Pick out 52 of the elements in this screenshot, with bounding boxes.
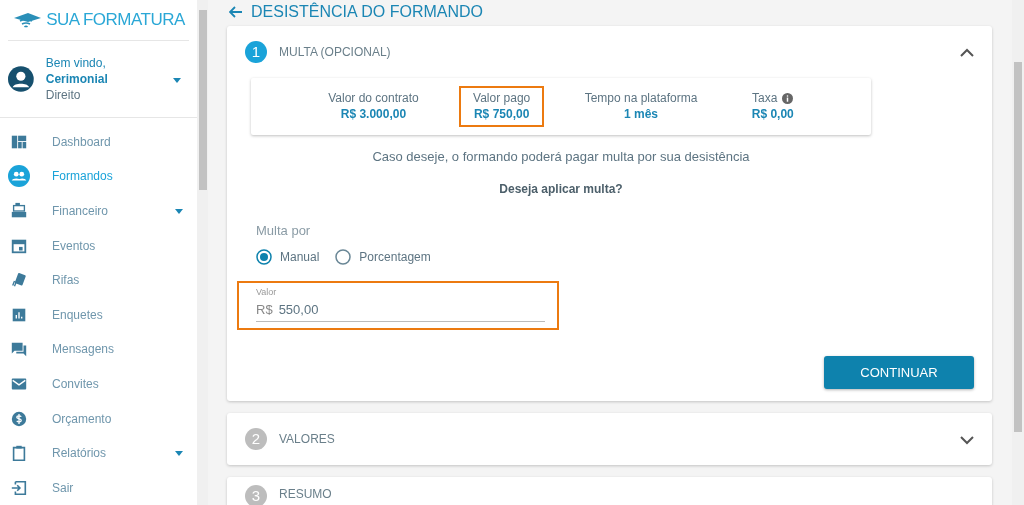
summary-label: Valor do contrato [328, 91, 419, 107]
caret-icon [173, 77, 181, 83]
clipboard-icon [10, 444, 28, 463]
question-text: Deseja aplicar multa? [499, 181, 623, 196]
sidebar-item[interactable]: Sair [0, 470, 197, 505]
step-number: 3 [245, 485, 267, 505]
sidebar-item[interactable]: Eventos [0, 228, 197, 263]
summary-label: Valor pago [473, 91, 531, 107]
sidebar-item[interactable]: Orçamento [0, 401, 197, 436]
sidebar-item[interactable]: Formandos [0, 159, 197, 194]
summary-label: Taxa [752, 91, 778, 107]
logo-icon [12, 11, 43, 28]
scrollbar-thumb[interactable] [198, 10, 207, 190]
caption-text: Caso deseje, o formando poderá pagar multa por sua desistência [372, 149, 750, 165]
info-icon[interactable] [782, 93, 794, 105]
cash-register-icon [10, 201, 28, 220]
sidebar-item[interactable]: Enquetes [0, 297, 197, 333]
summary-value: 1 mês [622, 106, 659, 123]
continue-button[interactable]: CONTINUAR [824, 356, 974, 390]
chevron-up-icon[interactable] [960, 48, 974, 58]
back-arrow-icon[interactable] [229, 6, 243, 18]
step-number: 2 [245, 428, 267, 451]
radio-option[interactable]: Manual [256, 248, 320, 267]
sidebar-item[interactable]: Mensagens [0, 332, 197, 367]
summary-value: R$ 3.000,00 [339, 106, 408, 123]
radio-group-label: Multa por [256, 222, 311, 238]
summary-value: R$ 0,00 [751, 106, 794, 123]
summary-value: R$ 750,00 [473, 106, 531, 123]
scrollbar-thumb[interactable] [1014, 62, 1022, 432]
sidebar-item[interactable]: Dashboard [0, 124, 197, 160]
avatar-icon [8, 65, 34, 94]
exit-icon [10, 478, 28, 497]
step-title: MULTA (OPCIONAL) [279, 44, 391, 61]
sidebar-item[interactable]: Financeiro [0, 193, 197, 229]
summary-label: Tempo na plataforma [584, 91, 698, 107]
chevron-down-icon[interactable] [960, 435, 974, 445]
logo-text: SUA FORMATURA [46, 9, 185, 32]
dollar-icon [10, 409, 28, 428]
caret-icon [175, 451, 183, 457]
step-title: VALORES [279, 431, 335, 449]
step-title: RESUMO [279, 486, 332, 504]
step-number: 1 [245, 41, 267, 63]
sidebar-item[interactable]: Rifas [0, 262, 197, 298]
sidebar-item[interactable]: Relatórios [0, 435, 197, 471]
greeting-text: Bem vindo, Cerimonial [45, 54, 109, 88]
page-title: DESISTÊNCIA DO FORMANDO [251, 1, 484, 22]
user-subtitle: Direito [45, 87, 82, 104]
radio-option[interactable]: Porcentagem [335, 248, 431, 267]
valor-field[interactable]: Valor R$ 550,00 [256, 286, 545, 323]
sidebar-item[interactable]: Convites [0, 366, 197, 402]
caret-icon [175, 209, 183, 215]
people-icon [8, 164, 30, 189]
